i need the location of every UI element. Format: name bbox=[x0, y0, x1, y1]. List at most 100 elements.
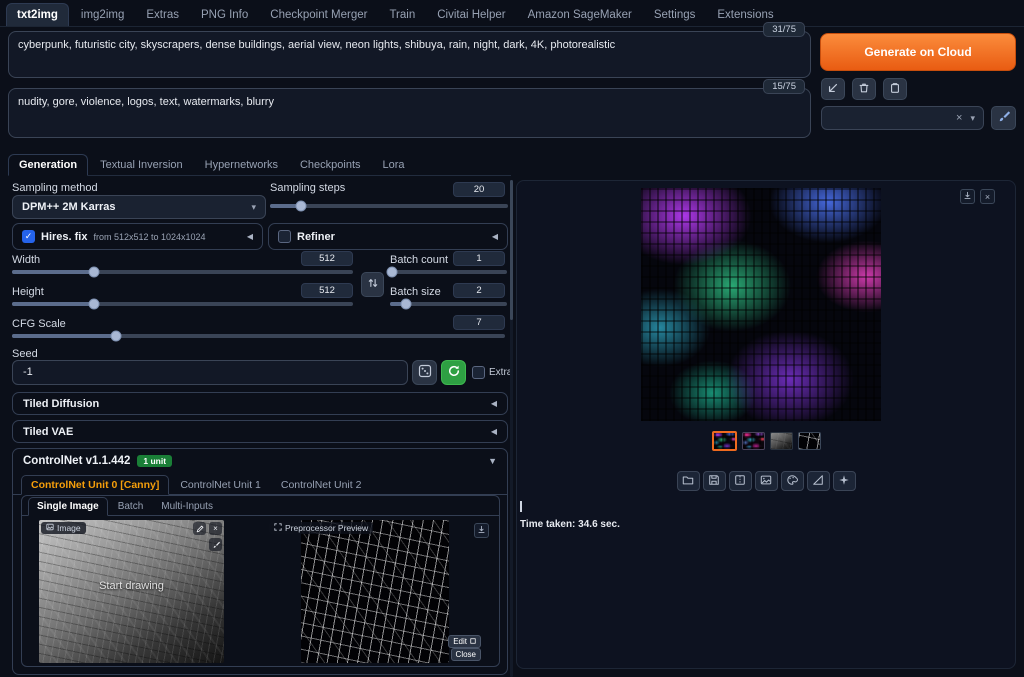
gallery-thumbnail-4[interactable] bbox=[798, 432, 821, 450]
preprocessor-preview-label-text: Preprocessor Preview bbox=[285, 523, 368, 533]
prompt-input[interactable]: cyberpunk, futuristic city, skyscrapers,… bbox=[8, 31, 811, 78]
tab-txt2img[interactable]: txt2img bbox=[6, 3, 69, 26]
left-panel-scrollbar[interactable] bbox=[510, 180, 513, 677]
batch-size-slider[interactable] bbox=[390, 302, 507, 306]
tab-textual-inversion[interactable]: Textual Inversion bbox=[90, 155, 193, 175]
tab-controlnet-unit-1[interactable]: ControlNet Unit 1 bbox=[171, 476, 270, 494]
tiled-vae-accordion[interactable]: Tiled VAE ◀ bbox=[12, 420, 508, 443]
gallery-thumbnail-1[interactable] bbox=[712, 431, 737, 451]
zip-icon bbox=[734, 474, 746, 489]
clipboard-icon bbox=[889, 82, 901, 97]
seed-input[interactable]: -1 bbox=[12, 360, 408, 385]
tab-extras[interactable]: Extras bbox=[136, 4, 189, 26]
tab-civitai-helper[interactable]: Civitai Helper bbox=[427, 4, 515, 26]
tab-train[interactable]: Train bbox=[379, 4, 425, 26]
tab-multi-inputs[interactable]: Multi-Inputs bbox=[153, 498, 221, 515]
send-to-extras-button[interactable] bbox=[807, 471, 830, 491]
close-preview-button[interactable]: Close bbox=[451, 648, 481, 661]
parameters-panel: Sampling method DPM++ 2M Karras ▾ Sampli… bbox=[8, 180, 512, 677]
close-icon: × bbox=[985, 192, 990, 202]
tab-amazon-sagemaker[interactable]: Amazon SageMaker bbox=[518, 4, 642, 26]
image-icon bbox=[46, 523, 54, 533]
edit-styles-button[interactable] bbox=[991, 106, 1016, 130]
tab-generation[interactable]: Generation bbox=[8, 154, 88, 176]
image-icon bbox=[760, 474, 772, 489]
width-value[interactable]: 512 bbox=[301, 251, 353, 266]
height-value[interactable]: 512 bbox=[301, 283, 353, 298]
close-icon[interactable]: × bbox=[209, 522, 222, 535]
arrow-down-left-icon bbox=[827, 82, 839, 97]
tab-img2img[interactable]: img2img bbox=[71, 4, 134, 26]
batch-size-value[interactable]: 2 bbox=[453, 283, 505, 298]
collapse-icon[interactable]: ◀ bbox=[247, 232, 253, 241]
refiner-option[interactable]: Refiner ◀ bbox=[268, 223, 508, 250]
extra-seed-checkbox[interactable] bbox=[472, 366, 485, 379]
folder-icon bbox=[682, 474, 694, 489]
apply-styles-button[interactable] bbox=[883, 78, 907, 100]
tiled-vae-label: Tiled VAE bbox=[23, 426, 73, 438]
ruler-icon bbox=[812, 474, 824, 489]
tab-controlnet-unit-2[interactable]: ControlNet Unit 2 bbox=[272, 476, 371, 494]
save-zip-button[interactable] bbox=[729, 471, 752, 491]
hires-fix-checkbox[interactable]: ✓ bbox=[22, 230, 35, 243]
collapse-icon[interactable]: ◀ bbox=[492, 232, 498, 241]
tab-single-image[interactable]: Single Image bbox=[28, 497, 108, 516]
refiner-label: Refiner bbox=[297, 231, 335, 243]
sampling-method-dropdown[interactable]: DPM++ 2M Karras ▾ bbox=[12, 195, 266, 219]
tab-checkpoint-merger[interactable]: Checkpoint Merger bbox=[260, 4, 377, 26]
download-icon bbox=[963, 191, 972, 202]
tiled-diffusion-accordion[interactable]: Tiled Diffusion ◀ bbox=[12, 392, 508, 415]
cfg-scale-label: CFG Scale bbox=[12, 318, 66, 330]
prompt-section: 31/75 cyberpunk, futuristic city, skyscr… bbox=[8, 31, 811, 78]
download-image-button[interactable] bbox=[960, 189, 975, 204]
controlnet-header[interactable]: ControlNet v1.1.442 1 unit ▼ bbox=[13, 449, 507, 473]
sampling-method-value: DPM++ 2M Karras bbox=[22, 201, 251, 213]
hires-fix-option[interactable]: ✓ Hires. fix from 512x512 to 1024x1024 ◀ bbox=[12, 223, 263, 250]
expand-icon[interactable]: ▼ bbox=[488, 456, 497, 466]
clear-prompt-button[interactable] bbox=[852, 78, 876, 100]
height-slider[interactable] bbox=[12, 302, 353, 306]
tab-lora[interactable]: Lora bbox=[373, 155, 415, 175]
tab-batch[interactable]: Batch bbox=[110, 498, 152, 515]
open-folder-button[interactable] bbox=[677, 471, 700, 491]
send-to-inpaint-button[interactable] bbox=[781, 471, 804, 491]
cfg-scale-value[interactable]: 7 bbox=[453, 315, 505, 330]
edit-preview-button[interactable]: Edit bbox=[448, 635, 481, 648]
controlnet-image-canvas[interactable]: Start drawing × bbox=[39, 520, 224, 663]
sampling-steps-value[interactable]: 20 bbox=[453, 182, 505, 197]
random-seed-button[interactable] bbox=[412, 360, 437, 385]
image-pane-label: Image bbox=[41, 522, 86, 534]
check-icon: ✓ bbox=[25, 232, 33, 241]
refiner-checkbox[interactable] bbox=[278, 230, 291, 243]
clear-style-icon[interactable]: × bbox=[956, 112, 962, 124]
download-preview-button[interactable] bbox=[474, 523, 489, 538]
negative-prompt-section: 15/75 nudity, gore, violence, logos, tex… bbox=[8, 88, 811, 138]
cfg-scale-slider[interactable] bbox=[12, 334, 505, 338]
tab-png-info[interactable]: PNG Info bbox=[191, 4, 258, 26]
batch-count-value[interactable]: 1 bbox=[453, 251, 505, 266]
tab-checkpoints[interactable]: Checkpoints bbox=[290, 155, 371, 175]
swap-dimensions-button[interactable] bbox=[361, 272, 384, 297]
gallery-thumbnail-2[interactable] bbox=[742, 432, 765, 450]
width-slider[interactable] bbox=[12, 270, 353, 274]
send-to-img2img-button[interactable] bbox=[755, 471, 778, 491]
generate-button[interactable]: Generate on Cloud bbox=[820, 33, 1016, 71]
gallery-thumbnail-3[interactable] bbox=[770, 432, 793, 450]
close-gallery-button[interactable]: × bbox=[980, 189, 995, 204]
pencil-icon[interactable] bbox=[193, 522, 206, 535]
paintbrush-icon bbox=[997, 110, 1010, 126]
batch-count-slider[interactable] bbox=[390, 270, 507, 274]
brush-icon[interactable] bbox=[209, 538, 222, 551]
upscale-button[interactable] bbox=[833, 471, 856, 491]
negative-prompt-input[interactable]: nudity, gore, violence, logos, text, wat… bbox=[8, 88, 811, 138]
reuse-seed-button[interactable] bbox=[441, 360, 466, 385]
save-image-button[interactable] bbox=[703, 471, 726, 491]
window-icon bbox=[470, 637, 476, 646]
tab-settings[interactable]: Settings bbox=[644, 4, 706, 26]
styles-dropdown[interactable]: × ▾ bbox=[821, 106, 984, 130]
read-params-button[interactable] bbox=[821, 78, 845, 100]
generated-image-preview[interactable] bbox=[641, 188, 881, 421]
tab-controlnet-unit-0[interactable]: ControlNet Unit 0 [Canny] bbox=[21, 475, 169, 495]
sampling-steps-slider[interactable] bbox=[270, 204, 508, 208]
tab-hypernetworks[interactable]: Hypernetworks bbox=[195, 155, 288, 175]
